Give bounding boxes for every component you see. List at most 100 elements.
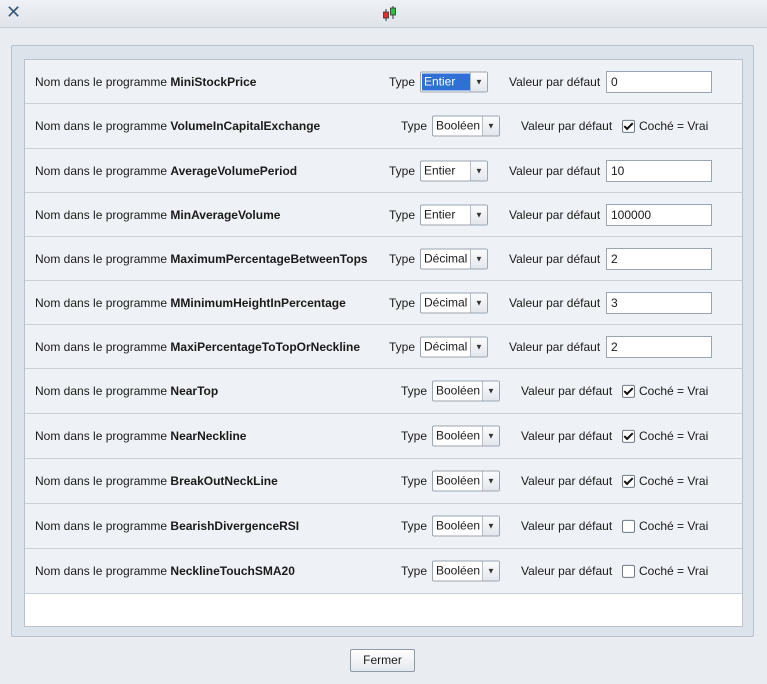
close-button[interactable]: Fermer (350, 649, 415, 672)
type-select[interactable]: Décimal ▼ (420, 336, 488, 357)
type-select[interactable]: Booléen ▼ (432, 470, 500, 492)
variable-name: BreakOutNeckLine (170, 474, 278, 488)
default-checkbox[interactable] (622, 430, 635, 444)
variable-row: Nom dans le programme BreakOutNeckLine Ty… (25, 459, 742, 504)
variable-name-label: Nom dans le programme AverageVolumePerio… (35, 164, 297, 178)
chevron-down-icon[interactable]: ▼ (482, 426, 499, 446)
type-select[interactable]: Décimal ▼ (420, 248, 488, 269)
type-label: Type (401, 384, 428, 398)
type-select-value: Booléen (436, 563, 481, 578)
default-value-input[interactable]: 2 (606, 335, 712, 358)
variable-row: Nom dans le programme MaxiPercentageToTo… (25, 325, 742, 369)
checkbox-label: Coché = Vrai (639, 518, 709, 533)
default-checkbox-group[interactable]: Coché = Vrai (622, 118, 709, 134)
variable-name: MaxiPercentageToTopOrNeckline (170, 339, 361, 354)
default-value-label: Valeur par défaut (509, 163, 601, 178)
variable-row: Nom dans le programme MMinimumHeightInPe… (25, 281, 742, 325)
name-prefix-label: Nom dans le programme (35, 384, 168, 398)
chevron-down-icon[interactable]: ▼ (470, 337, 487, 356)
default-checkbox-group[interactable]: Coché = Vrai (622, 428, 709, 444)
default-checkbox-group[interactable]: Coché = Vrai (622, 563, 709, 579)
type-select-value: Booléen (436, 118, 481, 133)
default-checkbox-group[interactable]: Coché = Vrai (622, 518, 709, 534)
name-prefix-label: Nom dans le programme (35, 251, 168, 266)
title-bar: ✕ (0, 0, 767, 28)
type-select[interactable]: Décimal ▼ (420, 292, 488, 313)
chevron-down-icon[interactable]: ▼ (482, 471, 499, 491)
variable-name: AverageVolumePeriod (170, 163, 298, 178)
variable-name-label: Nom dans le programme VolumeInCapitalExc… (35, 119, 320, 133)
type-select[interactable]: Entier ▼ (420, 71, 488, 92)
default-checkbox[interactable] (622, 520, 635, 534)
default-value-input[interactable]: 100000 (606, 203, 712, 226)
name-prefix-label: Nom dans le programme (35, 119, 168, 133)
type-select[interactable]: Booléen ▼ (432, 425, 500, 447)
variable-row: Nom dans le programme MaximumPercentageB… (25, 237, 742, 281)
type-select[interactable]: Booléen ▼ (432, 560, 500, 582)
type-select-value: Entier (424, 207, 456, 221)
type-select-value: Entier (422, 73, 472, 90)
chevron-down-icon[interactable]: ▼ (482, 381, 499, 401)
type-select[interactable]: Booléen ▼ (432, 515, 500, 537)
default-checkbox[interactable] (622, 565, 635, 579)
variable-name: BearishDivergenceRSI (170, 519, 300, 533)
default-value-label: Valeur par défaut (521, 384, 613, 398)
name-prefix-label: Nom dans le programme (35, 163, 168, 178)
default-value-label: Valeur par défaut (509, 74, 601, 89)
chevron-down-icon[interactable]: ▼ (482, 516, 499, 536)
default-checkbox-group[interactable]: Coché = Vrai (622, 474, 708, 489)
default-value-label: Valeur par défaut (521, 119, 613, 133)
default-value-input[interactable]: 2 (606, 247, 712, 270)
close-icon[interactable]: ✕ (6, 3, 21, 21)
default-value-input[interactable]: 0 (606, 70, 712, 93)
variable-name: NearTop (170, 384, 219, 398)
checkbox-label: Coché = Vrai (639, 118, 709, 133)
default-value-label: Valeur par défaut (521, 429, 613, 443)
variable-row: Nom dans le programme MiniStockPrice Type… (25, 60, 742, 104)
chevron-down-icon[interactable]: ▼ (482, 116, 499, 136)
type-select[interactable]: Booléen ▼ (432, 115, 500, 137)
name-prefix-label: Nom dans le programme (35, 519, 168, 533)
variable-name: MinAverageVolume (170, 207, 281, 222)
chevron-down-icon[interactable]: ▼ (470, 249, 487, 268)
default-checkbox-group[interactable]: Coché = Vrai (622, 383, 709, 399)
default-value-label: Valeur par défaut (509, 251, 601, 266)
variable-name: NearNeckline (170, 429, 247, 443)
type-label: Type (401, 474, 428, 488)
variable-name-label: Nom dans le programme MaxiPercentageToTo… (35, 340, 360, 354)
variable-name-label: Nom dans le programme BearishDivergenceR… (35, 519, 299, 533)
name-prefix-label: Nom dans le programme (35, 207, 168, 222)
chevron-down-icon[interactable]: ▼ (470, 205, 487, 224)
checkbox-label: Coché = Vrai (639, 428, 709, 443)
checkbox-label: Coché = Vrai (639, 563, 709, 578)
variable-name-label: Nom dans le programme MiniStockPrice (35, 75, 256, 89)
variable-name: VolumeInCapitalExchange (170, 119, 321, 133)
name-prefix-label: Nom dans le programme (35, 564, 168, 578)
default-checkbox[interactable] (622, 475, 635, 489)
chevron-down-icon[interactable]: ▼ (470, 293, 487, 312)
default-value-label: Valeur par défaut (509, 339, 601, 354)
variable-row: Nom dans le programme AverageVolumePerio… (25, 149, 742, 193)
chevron-down-icon[interactable]: ▼ (470, 161, 487, 180)
checkbox-label: Coché = Vrai (639, 383, 709, 398)
type-select-value: Booléen (436, 428, 481, 443)
variable-name-label: Nom dans le programme MaximumPercentageB… (35, 252, 368, 266)
default-value-input[interactable]: 3 (606, 291, 712, 314)
type-select[interactable]: Booléen ▼ (432, 380, 500, 402)
default-checkbox[interactable] (622, 385, 635, 399)
type-label: Type (389, 163, 416, 178)
type-select[interactable]: Entier ▼ (420, 160, 488, 181)
type-select[interactable]: Entier ▼ (420, 204, 488, 225)
default-value-label: Valeur par défaut (509, 295, 601, 310)
default-checkbox[interactable] (622, 120, 635, 134)
variables-list: Nom dans le programme MiniStockPrice Type… (24, 59, 743, 627)
candlestick-icon (383, 6, 396, 21)
default-value-label: Valeur par défaut (509, 207, 601, 222)
type-select-value: Booléen (436, 473, 481, 488)
type-label: Type (401, 119, 428, 133)
default-value-label: Valeur par défaut (521, 474, 613, 488)
default-value-input[interactable]: 10 (606, 159, 712, 182)
chevron-down-icon[interactable]: ▼ (482, 561, 499, 581)
variable-row: Nom dans le programme BearishDivergenceR… (25, 504, 742, 549)
chevron-down-icon[interactable]: ▼ (470, 72, 487, 91)
